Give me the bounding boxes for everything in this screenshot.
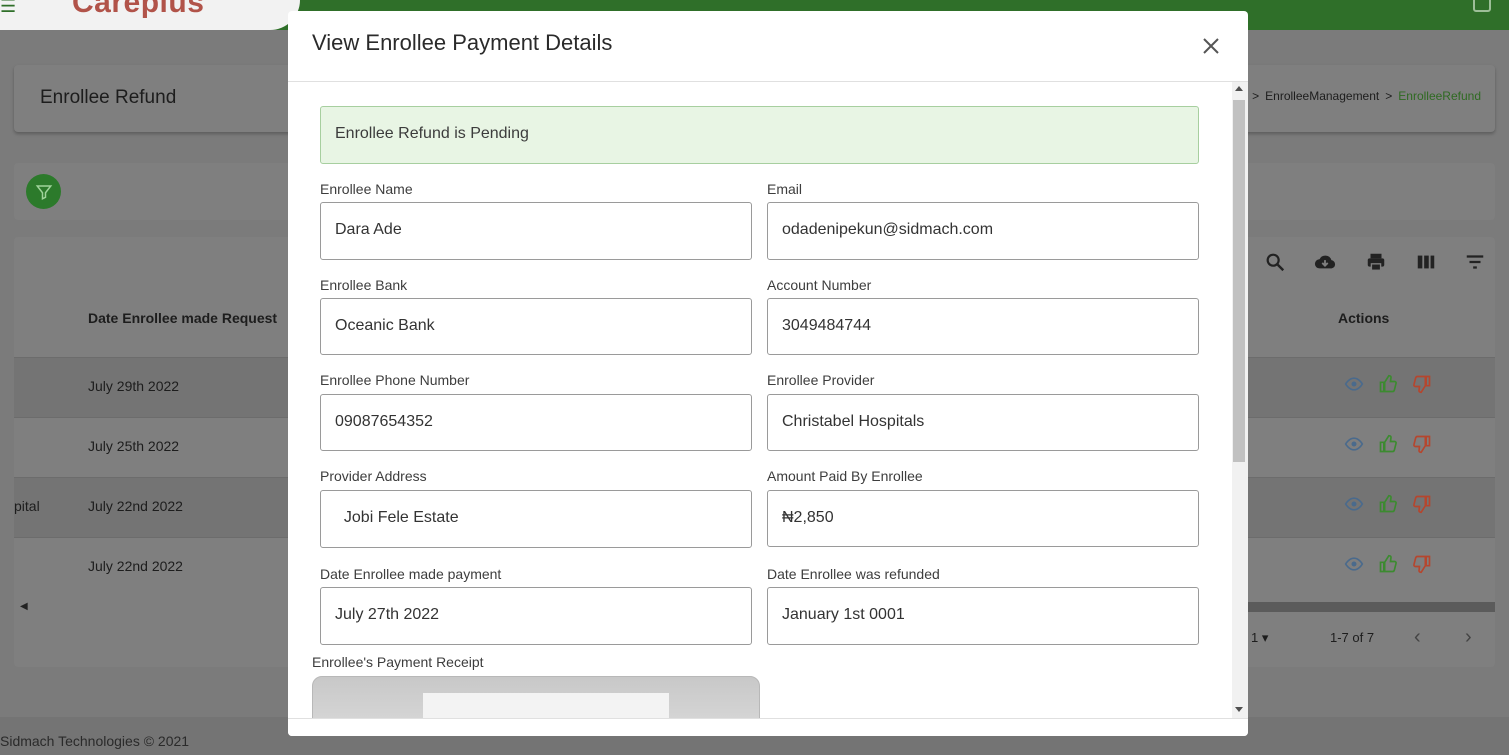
approve-icon[interactable]: [1378, 494, 1398, 514]
payment-date-value: July 27th 2022: [335, 606, 440, 623]
payment-details-modal: View Enrollee Payment Details Enrollee R…: [288, 11, 1248, 736]
provider-address-label: Provider Address: [320, 468, 427, 484]
page-title: Enrollee Refund: [40, 87, 177, 108]
footer-copyright: Sidmach Technologies © 2021: [0, 733, 190, 749]
breadcrumb-separator-icon: >: [1385, 89, 1393, 103]
prev-page-icon[interactable]: ‹: [1414, 626, 1421, 649]
email-label: Email: [767, 181, 803, 197]
reject-icon[interactable]: [1412, 554, 1432, 574]
view-icon[interactable]: [1344, 374, 1364, 394]
provider-address-value: Jobi Fele Estate: [335, 509, 459, 526]
row-date: July 29th 2022: [88, 378, 180, 394]
enrollee-bank-value: Oceanic Bank: [335, 317, 435, 334]
column-header-date[interactable]: Date Enrollee made Request: [88, 310, 277, 326]
close-icon: [1203, 38, 1219, 54]
enrollee-name-value: Dara Ade: [335, 221, 402, 238]
receipt-label: Enrollee's Payment Receipt: [312, 654, 484, 670]
reject-icon[interactable]: [1412, 374, 1432, 394]
account-number-field[interactable]: 3049484744: [767, 298, 1199, 355]
breadcrumb-separator-icon: >: [1252, 89, 1260, 103]
breadcrumb-item-active: EnrolleeRefund: [1398, 89, 1481, 103]
pagination-range: 1-7 of 7: [1330, 630, 1375, 645]
row-date: July 25th 2022: [88, 438, 180, 454]
scroll-up-icon[interactable]: [1235, 86, 1243, 91]
status-alert-text: Enrollee Refund is Pending: [335, 125, 529, 142]
close-button[interactable]: [1194, 29, 1228, 63]
scroll-left-icon[interactable]: ◀: [20, 601, 28, 612]
receipt-paper-icon: [423, 693, 669, 719]
refund-date-label: Date Enrollee was refunded: [767, 566, 940, 582]
enrollee-bank-label: Enrollee Bank: [320, 277, 408, 293]
reject-icon[interactable]: [1412, 494, 1432, 514]
enrollee-name-label: Enrollee Name: [320, 181, 413, 197]
modal-body: Enrollee Refund is Pending Enrollee Name…: [288, 82, 1232, 719]
scrollbar-thumb[interactable]: [1233, 100, 1245, 462]
email-value: odadenipekun@sidmach.com: [782, 221, 994, 238]
payment-receipt-image[interactable]: [312, 676, 760, 719]
view-icon[interactable]: [1344, 434, 1364, 454]
provider-label: Enrollee Provider: [767, 372, 875, 388]
row-provider: pital: [14, 498, 40, 514]
amount-paid-label: Amount Paid By Enrollee: [767, 468, 923, 484]
filter-icon: [35, 184, 52, 200]
status-alert: Enrollee Refund is Pending: [320, 106, 1199, 164]
approve-icon[interactable]: [1378, 554, 1398, 574]
scroll-down-icon[interactable]: [1235, 707, 1243, 712]
provider-field[interactable]: Christabel Hospitals: [767, 394, 1199, 451]
payment-date-label: Date Enrollee made payment: [320, 566, 502, 582]
horizontal-scrollbar[interactable]: [1248, 602, 1495, 612]
logo[interactable]: Careplus: [72, 0, 204, 20]
chevron-down-icon: ▾: [1261, 630, 1269, 645]
next-page-icon[interactable]: ›: [1465, 626, 1472, 649]
view-icon[interactable]: [1344, 494, 1364, 514]
modal-title: View Enrollee Payment Details: [312, 30, 613, 55]
modal-vertical-scrollbar[interactable]: [1232, 82, 1248, 719]
account-number-label: Account Number: [767, 277, 872, 293]
rows-per-page-select[interactable]: 1 ▾: [1251, 630, 1268, 646]
row-date: July 22nd 2022: [88, 498, 183, 514]
refund-date-value: January 1st 0001: [782, 606, 905, 623]
modal-footer: [288, 718, 1248, 736]
refund-date-field[interactable]: January 1st 0001: [767, 587, 1199, 645]
account-number-value: 3049484744: [782, 317, 871, 334]
enrollee-bank-field[interactable]: Oceanic Bank: [320, 298, 752, 355]
breadcrumb: n>EnrolleeManagement>EnrolleeRefund: [1239, 89, 1481, 103]
table-toolbar: [1264, 251, 1486, 273]
search-icon[interactable]: [1264, 251, 1286, 273]
phone-number-field[interactable]: 09087654352: [320, 394, 752, 451]
enrollee-name-field[interactable]: Dara Ade: [320, 202, 752, 260]
phone-number-label: Enrollee Phone Number: [320, 372, 470, 388]
view-icon[interactable]: [1344, 554, 1364, 574]
phone-number-value: 09087654352: [335, 413, 433, 430]
column-header-actions: Actions: [1338, 310, 1390, 326]
provider-address-field[interactable]: Jobi Fele Estate: [320, 490, 752, 548]
email-field[interactable]: odadenipekun@sidmach.com: [767, 202, 1199, 260]
download-icon[interactable]: [1313, 251, 1337, 273]
columns-icon[interactable]: [1415, 251, 1437, 273]
menu-icon[interactable]: ☰: [0, 0, 16, 17]
logo-area: ☰ Careplus: [0, 0, 300, 30]
filter-list-icon[interactable]: [1464, 251, 1486, 273]
chat-icon[interactable]: [1473, 0, 1491, 12]
amount-paid-field[interactable]: ₦2,850: [767, 490, 1199, 547]
print-icon[interactable]: [1364, 251, 1388, 273]
filter-button[interactable]: [26, 174, 61, 209]
payment-date-field[interactable]: July 27th 2022: [320, 587, 752, 645]
rows-per-page-value: 1: [1251, 630, 1259, 645]
approve-icon[interactable]: [1378, 434, 1398, 454]
modal-header: View Enrollee Payment Details: [288, 11, 1248, 82]
breadcrumb-item[interactable]: EnrolleeManagement: [1265, 89, 1379, 103]
reject-icon[interactable]: [1412, 434, 1432, 454]
amount-paid-value: ₦2,850: [782, 509, 834, 526]
provider-value: Christabel Hospitals: [782, 413, 925, 430]
row-date: July 22nd 2022: [88, 558, 183, 574]
approve-icon[interactable]: [1378, 374, 1398, 394]
